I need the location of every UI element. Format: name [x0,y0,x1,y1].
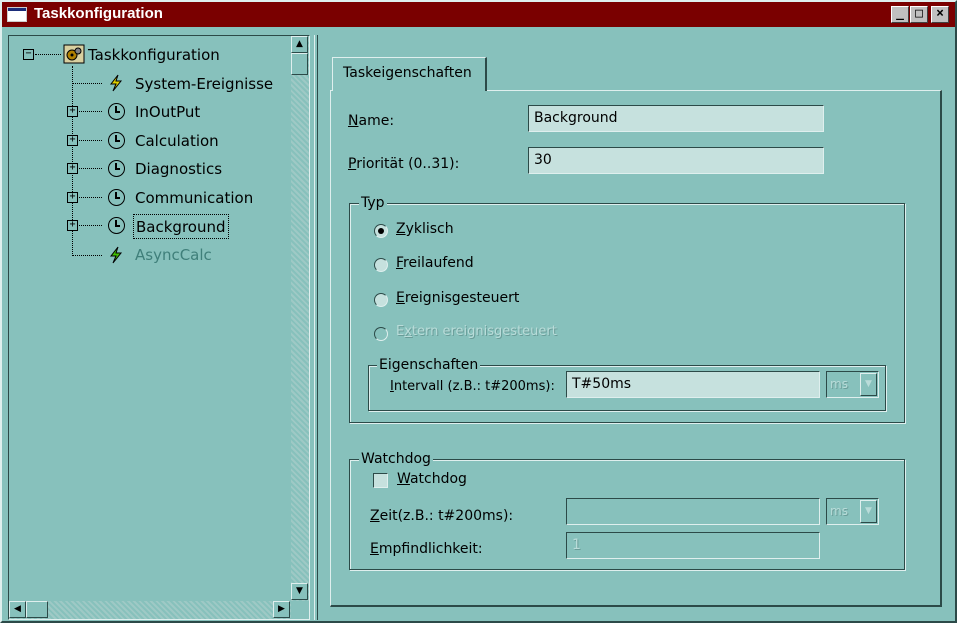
tree-root-label[interactable]: Taskkonfiguration [88,43,220,67]
priority-input[interactable]: 30 [528,147,824,174]
interval-unit-select[interactable]: ms ▼ [826,371,879,398]
scroll-thumb[interactable] [291,53,308,75]
label-freilaufend[interactable]: Freilaufend [396,255,474,271]
typ-group-title: Typ [359,195,387,211]
scroll-right-icon[interactable]: ▶ [273,601,290,618]
watchdog-checkbox[interactable] [373,473,388,488]
tree-item-background[interactable]: Background [133,214,229,239]
tree-vertical-scrollbar[interactable]: ▲ ▼ [291,36,309,601]
expand-icon[interactable]: + [67,220,78,231]
maximize-button[interactable]: □ [910,6,928,23]
empfindlichkeit-input[interactable]: 1 [566,532,820,559]
bolt-icon [109,74,123,92]
scroll-down-icon[interactable]: ▼ [291,583,308,600]
window-icon [7,7,27,22]
bolt-green-icon [109,246,123,264]
tree-line [72,255,102,256]
radio-extern-ereignisgesteuert[interactable] [374,327,388,341]
tree-item-diagnostics[interactable]: Diagnostics [135,157,222,181]
clock-icon [108,189,125,206]
clock-icon [108,103,125,120]
hscroll-thumb[interactable] [26,601,48,618]
watchdog-group-title: Watchdog [359,451,433,467]
label-ereignisgesteuert[interactable]: Ereignisgesteuert [396,290,519,306]
expand-icon[interactable]: + [67,163,78,174]
tree-line [79,225,102,226]
panel-splitter[interactable] [314,35,318,620]
tree-line [72,83,102,84]
watchdog-checkbox-label[interactable]: Watchdog [397,471,467,487]
chevron-down-icon[interactable]: ▼ [860,500,877,523]
chevron-down-icon[interactable]: ▼ [860,373,877,396]
collapse-root-icon[interactable]: − [23,49,34,60]
title-bar[interactable]: Taskkonfiguration _ □ × [2,2,955,27]
task-config-window: Taskkonfiguration _ □ × − Taskkonfigurat… [0,0,957,623]
name-input[interactable]: Background [528,105,824,132]
minimize-button[interactable]: _ [891,6,909,23]
close-button[interactable]: × [931,6,949,23]
tree-line [79,168,102,169]
tree-line [79,140,102,141]
tree-item-calculation[interactable]: Calculation [135,129,219,153]
interval-label: Intervall (z.B.: t#200ms): [390,379,555,394]
label-extern-ereignisgesteuert: Extern ereignisgesteuert [396,324,557,339]
zeit-unit-select[interactable]: ms ▼ [826,498,879,525]
zeit-input[interactable] [566,498,820,525]
tree-item-system-ereignisse[interactable]: System-Ereignisse [135,72,273,96]
tree-line [79,111,102,112]
tree-line [35,54,61,55]
tree-item-asynccalc[interactable]: AsyncCalc [135,243,212,267]
tree-item-inoutput[interactable]: InOutPut [135,100,200,124]
interval-input[interactable]: T#50ms [566,371,820,398]
window-title: Taskkonfiguration [34,5,163,22]
clock-icon [108,217,125,234]
expand-icon[interactable]: + [67,192,78,203]
expand-icon[interactable]: + [67,135,78,146]
task-tree-panel: − Taskkonfiguration System-Ereignisse + … [8,35,310,620]
priority-label: Priorität (0..31): [348,156,460,172]
tree-horizontal-scrollbar[interactable]: ◀ ▶ [9,601,291,619]
tree-item-communication[interactable]: Communication [135,186,253,210]
zeit-label: Zeit(z.B.: t#200ms): [370,508,514,524]
tree-line [79,197,102,198]
clock-icon [108,132,125,149]
radio-zyklisch[interactable] [374,224,388,238]
scroll-left-icon[interactable]: ◀ [9,601,26,618]
tab-taskeigenschaften[interactable]: Taskeigenschaften [332,57,487,91]
empfindlichkeit-label: Empfindlichkeit: [370,541,483,557]
label-zyklisch[interactable]: Zyklisch [396,221,454,237]
expand-icon[interactable]: + [67,106,78,117]
radio-freilaufend[interactable] [374,258,388,272]
eigenschaften-group-title: Eigenschaften [377,357,481,373]
scroll-corner [291,601,309,619]
task-properties-panel: Taskeigenschaften Name: Background Prior… [320,35,954,620]
task-config-icon [63,44,85,64]
scroll-up-icon[interactable]: ▲ [291,36,308,53]
name-label: Name: [348,113,395,129]
clock-icon [108,160,125,177]
radio-ereignisgesteuert[interactable] [374,293,388,307]
